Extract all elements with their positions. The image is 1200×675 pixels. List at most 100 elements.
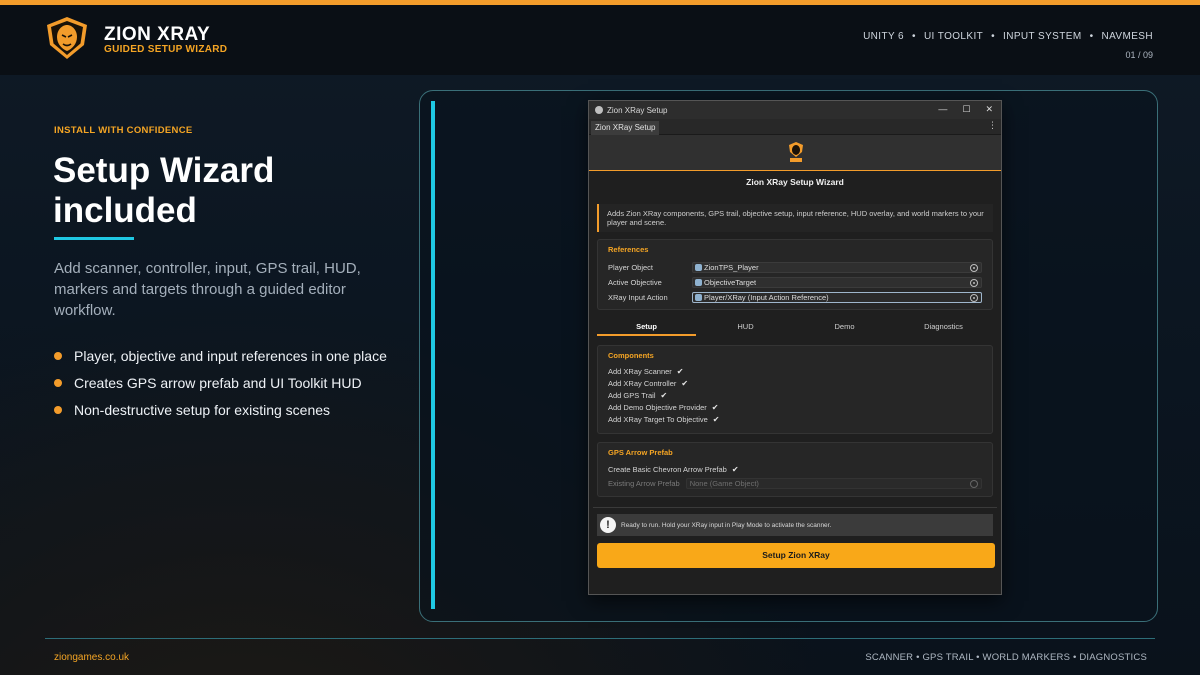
eyebrow-label: INSTALL WITH CONFIDENCE (54, 125, 193, 136)
tech-tag: NAVMESH (1101, 31, 1153, 42)
tab-setup[interactable]: Setup (597, 320, 696, 336)
footer-divider (45, 638, 1155, 639)
gps-arrow-panel: GPS Arrow Prefab Create Basic Chevron Ar… (597, 442, 993, 497)
panel-heading: GPS Arrow Prefab (608, 448, 673, 457)
tech-tags: UNITY 6 • UI TOOLKIT • INPUT SYSTEM • NA… (863, 31, 1153, 42)
separator-dot: • (912, 31, 916, 42)
checkbox-label: Add XRay Controller (608, 378, 677, 388)
panel-heading: Components (608, 351, 654, 360)
list-item-text: Creates GPS arrow prefab and UI Toolkit … (74, 374, 362, 391)
lion-logo-icon (789, 142, 803, 162)
add-xray-target-checkbox[interactable]: ✔ (713, 415, 720, 424)
frame-accent-bar (431, 101, 435, 609)
list-item: Creates GPS arrow prefab and UI Toolkit … (54, 369, 387, 396)
headline-underline (54, 237, 134, 240)
xray-input-action-field[interactable]: Player/XRay (Input Action Reference) (692, 292, 982, 303)
add-gps-trail-checkbox[interactable]: ✔ (661, 391, 668, 400)
unity-icon (595, 106, 603, 114)
references-panel: References Player Object ZionTPS_Player … (597, 239, 993, 310)
reference-row: Player Object ZionTPS_Player (608, 260, 982, 275)
bullet-dot-icon (54, 405, 62, 414)
tab-diagnostics[interactable]: Diagnostics (894, 320, 993, 336)
checkbox-row: Add Demo Objective Provider ✔ (608, 401, 982, 413)
maximize-button[interactable]: ☐ (962, 104, 970, 115)
field-label: Existing Arrow Prefab (608, 478, 680, 488)
object-picker-icon[interactable] (970, 279, 978, 287)
object-picker-icon (970, 479, 978, 488)
lion-logo-icon (47, 17, 87, 59)
window-tab[interactable]: Zion XRay Setup (591, 121, 660, 135)
checkbox-label: Create Basic Chevron Arrow Prefab (608, 464, 727, 474)
existing-arrow-prefab-field: None (Game Object) (685, 477, 982, 489)
separator-dot: • (1089, 31, 1094, 42)
minimize-button[interactable]: — (938, 104, 947, 115)
add-xray-scanner-checkbox[interactable]: ✔ (677, 367, 684, 376)
reference-row: Active Objective ObjectiveTarget (608, 275, 982, 290)
wizard-tabs: Setup HUD Demo Diagnostics (597, 320, 993, 336)
active-objective-field[interactable]: ObjectiveTarget (692, 277, 982, 288)
divider (593, 507, 997, 508)
tab-demo[interactable]: Demo (795, 320, 894, 336)
field-value: Player/XRay (Input Action Reference) (704, 293, 829, 302)
header: ZION XRAY GUIDED SETUP WIZARD UNITY 6 • … (0, 5, 1200, 75)
editor-window: Zion XRay Setup — ☐ ✕ Zion XRay Setup ⋮ … (588, 100, 1002, 595)
player-object-field[interactable]: ZionTPS_Player (692, 262, 982, 273)
field-value: ObjectiveTarget (704, 278, 757, 287)
checkbox-row: Add XRay Controller ✔ (608, 377, 982, 389)
field-label: Player Object (608, 263, 654, 272)
field-label: Active Objective (608, 278, 662, 287)
object-picker-icon[interactable] (970, 264, 978, 272)
page-number: 01 / 09 (1125, 50, 1153, 60)
wizard-title: Zion XRay Setup Wizard (746, 177, 844, 187)
lead-paragraph: Add scanner, controller, input, GPS trai… (54, 260, 361, 319)
list-item-text: Non-destructive setup for existing scene… (74, 401, 331, 418)
list-item-text: Player, objective and input references i… (74, 347, 387, 364)
headline: Setup Wizard included (53, 151, 275, 230)
object-picker-icon[interactable] (970, 294, 978, 302)
checkbox-label: Add GPS Trail (608, 390, 656, 400)
website-link[interactable]: ziongames.co.uk (54, 652, 129, 663)
close-button[interactable]: ✕ (985, 104, 993, 115)
window-tab-row: Zion XRay Setup ⋮ (589, 119, 1001, 135)
checkbox-row: Add GPS Trail ✔ (608, 389, 982, 401)
window-title: Zion XRay Setup (607, 105, 668, 115)
window-controls: — ☐ ✕ (938, 104, 993, 115)
field-value: ZionTPS_Player (704, 263, 759, 272)
info-box: Adds Zion XRay components, GPS trail, ob… (597, 204, 993, 232)
checkbox-label: Add XRay Scanner (608, 366, 672, 376)
kebab-menu-icon[interactable]: ⋮ (988, 120, 997, 131)
brand-subtitle: GUIDED SETUP WIZARD (104, 44, 228, 55)
create-chevron-prefab-checkbox[interactable]: ✔ (732, 465, 739, 474)
panel-heading: References (608, 245, 649, 254)
separator-dot: • (991, 31, 996, 42)
status-text: Ready to run. Hold your XRay input in Pl… (621, 521, 832, 529)
checkbox-row: Create Basic Chevron Arrow Prefab ✔ (608, 462, 982, 476)
input-action-icon (695, 294, 702, 301)
tech-tag: UI TOOLKIT (923, 31, 984, 42)
field-value: None (Game Object) (689, 478, 759, 488)
tab-hud[interactable]: HUD (696, 320, 795, 336)
add-demo-objective-provider-checkbox[interactable]: ✔ (712, 403, 719, 412)
checkbox-label: Add Demo Objective Provider (608, 402, 707, 412)
checkbox-row: Add XRay Scanner ✔ (608, 365, 982, 377)
reference-row: XRay Input Action Player/XRay (Input Act… (608, 290, 982, 305)
setup-button[interactable]: Setup Zion XRay (597, 543, 995, 568)
wizard-banner (589, 135, 1001, 171)
prefab-icon (695, 264, 702, 271)
components-panel: Components Add XRay Scanner ✔ Add XRay Co… (597, 345, 993, 434)
checkbox-label: Add XRay Target To Objective (608, 414, 708, 424)
list-item: Non-destructive setup for existing scene… (54, 396, 387, 423)
brand-title: ZION XRAY (104, 24, 211, 45)
info-icon: ! (600, 517, 616, 533)
footer-features: SCANNER • GPS TRAIL • WORLD MARKERS • DI… (865, 652, 1147, 663)
status-box: ! Ready to run. Hold your XRay input in … (597, 514, 993, 536)
tech-tag: UNITY 6 (863, 31, 905, 42)
add-xray-controller-checkbox[interactable]: ✔ (681, 379, 688, 388)
tech-tag: INPUT SYSTEM (1003, 31, 1082, 42)
feature-list: Player, objective and input references i… (54, 342, 387, 423)
gameobject-icon (695, 279, 702, 286)
checkbox-row: Add XRay Target To Objective ✔ (608, 413, 982, 425)
bullet-dot-icon (54, 351, 62, 360)
bullet-dot-icon (54, 378, 62, 387)
field-label: XRay Input Action (608, 293, 668, 302)
